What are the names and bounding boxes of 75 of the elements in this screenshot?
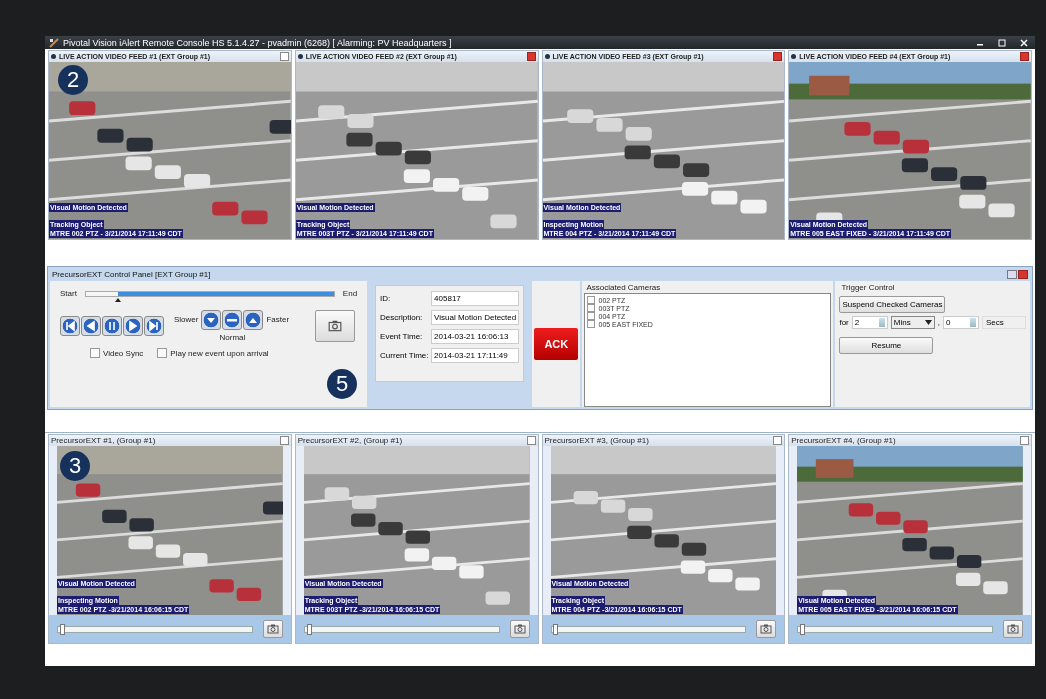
- checkbox[interactable]: [587, 304, 596, 312]
- camera-icon: [328, 320, 343, 332]
- slider-thumb[interactable]: [306, 623, 312, 635]
- slider-thumb[interactable]: [115, 297, 122, 302]
- event-field[interactable]: 405817: [431, 291, 520, 306]
- snapshot-button[interactable]: [1003, 620, 1023, 638]
- seek-slider[interactable]: [797, 625, 993, 633]
- seek-slider[interactable]: [550, 625, 747, 633]
- playback-icon: [84, 319, 98, 333]
- checkbox[interactable]: [587, 296, 596, 304]
- slower-label: Slower: [174, 315, 199, 324]
- for-label: for: [839, 318, 849, 327]
- start-label: Start: [60, 289, 77, 298]
- normal-label: Normal: [219, 333, 246, 342]
- seek-slider[interactable]: [57, 625, 253, 633]
- snapshot-button[interactable]: [509, 620, 530, 638]
- panel-title: PrecursorEXT Control Panel [EXT Group #1]: [52, 269, 211, 279]
- feed-title: PrecursorEXT #1, (Group #1): [51, 436, 157, 445]
- camera-icon: [760, 624, 773, 634]
- unit-dropdown[interactable]: Mins: [890, 316, 935, 329]
- field-label: Description:: [380, 313, 424, 322]
- playback-button[interactable]: [60, 316, 80, 336]
- playback-icon: [147, 319, 161, 333]
- playback-icon: [126, 319, 140, 333]
- event-field[interactable]: 2014-03-21 16:06:13: [431, 329, 520, 344]
- comma-text: ,: [937, 318, 940, 327]
- restore-icon[interactable]: [1007, 269, 1017, 279]
- slider-thumb[interactable]: [59, 623, 65, 635]
- normal-speed-button[interactable]: [222, 310, 243, 330]
- app-icon: [49, 37, 59, 48]
- faster-button[interactable]: [243, 310, 264, 330]
- checkbox-label: Play new event upon arrival: [170, 348, 269, 358]
- dropdown-arrow-icon: [924, 320, 932, 325]
- minutes-spinner[interactable]: 2: [851, 316, 888, 329]
- field-label: ID:: [380, 294, 392, 303]
- slider-thumb[interactable]: [800, 623, 806, 635]
- snapshot-button[interactable]: [262, 620, 283, 638]
- event-field[interactable]: 2014-03-21 17:11:49: [431, 348, 520, 363]
- slower-button[interactable]: [201, 310, 222, 330]
- checkbox[interactable]: [587, 312, 596, 320]
- close-icon[interactable]: [526, 52, 536, 61]
- feed-title: PrecursorEXT #4, (Group #1): [791, 436, 897, 445]
- playback-button[interactable]: [81, 316, 101, 336]
- playback-button[interactable]: [144, 316, 164, 336]
- field-label: Current Time:: [380, 351, 430, 360]
- field-label: Event Time:: [380, 332, 424, 341]
- group-label: Trigger Control: [840, 282, 896, 293]
- faster-label: Faster: [266, 315, 290, 324]
- resume-button[interactable]: Resume: [839, 337, 934, 354]
- event-field[interactable]: Visual Motion Detected: [431, 310, 520, 325]
- checkbox[interactable]: [157, 348, 168, 358]
- seconds-spinner[interactable]: 0: [943, 316, 979, 329]
- suspend-button[interactable]: Suspend Checked Cameras: [839, 296, 946, 313]
- snapshot-button[interactable]: [756, 620, 777, 638]
- slider-thumb[interactable]: [553, 623, 559, 635]
- checkbox-label: Video Sync: [103, 348, 144, 358]
- playback-button[interactable]: [123, 316, 143, 336]
- seconds-label: Secs: [982, 316, 1026, 329]
- snapshot-button[interactable]: [315, 310, 356, 342]
- camera-icon: [513, 624, 526, 634]
- camera-icon: [1007, 624, 1019, 634]
- seek-slider[interactable]: [303, 625, 500, 633]
- step-badge: 5: [327, 369, 357, 399]
- playback-icon: [63, 319, 77, 333]
- checkbox[interactable]: [587, 320, 596, 328]
- group-label: Associated Cameras: [585, 282, 662, 293]
- window-title: Pivotal Vision iAlert Remote Console HS 5.1.4.27 - pvadmin (6268) [ Alarming: PV Headquarters ]: [63, 37, 453, 48]
- feed-title: PrecursorEXT #2, (Group #1): [297, 436, 404, 445]
- end-label: End: [342, 289, 358, 298]
- checkbox[interactable]: [90, 348, 100, 358]
- playback-button[interactable]: [102, 316, 122, 336]
- camera-icon: [266, 624, 279, 634]
- ack-button[interactable]: ACK: [534, 328, 579, 360]
- feed-title: PrecursorEXT #3, (Group #1): [544, 436, 650, 445]
- close-icon[interactable]: [773, 52, 783, 61]
